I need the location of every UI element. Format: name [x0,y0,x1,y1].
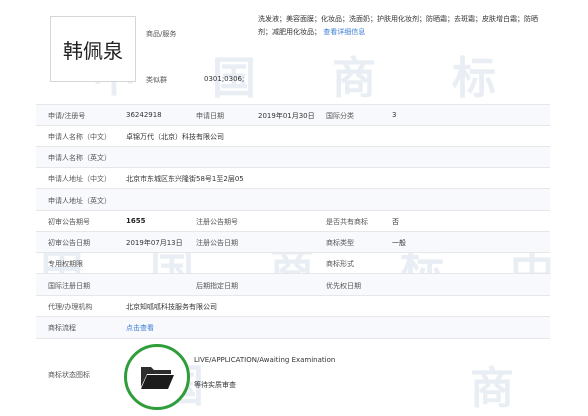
address-en-label: 申请人地址（英文） [48,197,111,205]
process-label: 商标流程 [48,324,76,332]
intl-reg-date-label: 国际注册日期 [48,282,90,290]
row-divider [36,252,550,253]
exclusive-label: 专用权期限 [48,260,83,268]
reg-pub-no-label: 注册公告期号 [196,218,238,226]
folder-icon [141,367,174,389]
similar-group-label: 类似群 [146,76,167,84]
watermark-char: 商 [332,53,376,104]
row-divider [36,125,550,126]
row-bg [36,189,550,210]
agent-value: 北京知呱呱科技服务有限公司 [126,303,217,311]
status-circle [124,344,190,410]
row-bg [36,317,550,338]
prelim-no-label: 初审公告期号 [48,218,90,226]
row-bg [36,232,550,252]
agent-label: 代理/办理机构 [48,303,93,311]
intl-class-label: 国际分类 [326,112,354,120]
row-bg [36,274,550,295]
reg-no-value: 36242918 [126,111,162,119]
watermark-char: 商 [470,363,514,414]
shared-label: 是否共有商标 [326,218,368,226]
applicant-cn-label: 申请人名称（中文） [48,133,111,141]
goods-list: 洗发液；美容面膜；化妆品；洗面奶；护肤用化妆剂；防晒霜；去斑霜；皮肤增白霜；防晒… [258,13,550,39]
row-divider [36,167,550,168]
priority-date-label: 优先权日期 [326,282,361,290]
watermark-char: 标 [452,53,496,104]
applicant-en-label: 申请人名称（英文） [48,154,111,162]
address-cn-value: 北京市东城区东兴隆街58号1至2层05 [126,175,244,183]
apply-date-value: 2019年01月30日 [258,112,315,120]
status-icon-label: 商标状态图标 [48,371,90,379]
goods-text: 洗发液；美容面膜；化妆品；洗面奶；护肤用化妆剂；防晒霜；去斑霜；皮肤增白霜；防晒… [258,15,538,36]
apply-date-label: 申请日期 [196,112,224,120]
trademark-logo: 韩佩泉 [50,16,136,82]
applicant-cn-value: 卓锦万代（北京）科技有限公司 [126,133,224,141]
goods-detail-link[interactable]: 查看详细信息 [323,28,365,36]
later-designation-label: 后期指定日期 [196,282,238,290]
row-bg [36,147,550,167]
status-en-text: LIVE/APPLICATION/Awaiting Examination [194,356,336,364]
prelim-date-label: 初审公告日期 [48,239,90,247]
row-divider [36,210,550,211]
prelim-date-value: 2019年07月13日 [126,239,183,247]
reg-no-label: 申请/注册号 [48,112,86,120]
watermark-char: 国 [212,53,256,104]
prelim-no-value: 1655 [126,217,146,225]
tm-type-label: 商标类型 [326,239,354,247]
goods-label: 商品/服务 [146,30,177,38]
tm-form-label: 商标形式 [326,260,354,268]
trademark-logo-text: 韩佩泉 [63,38,123,63]
intl-class-value: 3 [392,111,397,119]
reg-pub-date-label: 注册公告日期 [196,239,238,247]
address-cn-label: 申请人地址（中文） [48,175,111,183]
row-divider [36,338,550,339]
tm-type-value: 一般 [392,239,406,247]
row-divider [36,295,550,296]
status-cn-text: 等待实质审查 [194,381,236,389]
similar-group-value: 0301;0306; [204,75,245,83]
shared-value: 否 [392,218,399,226]
process-view-link[interactable]: 点击查看 [126,323,154,333]
